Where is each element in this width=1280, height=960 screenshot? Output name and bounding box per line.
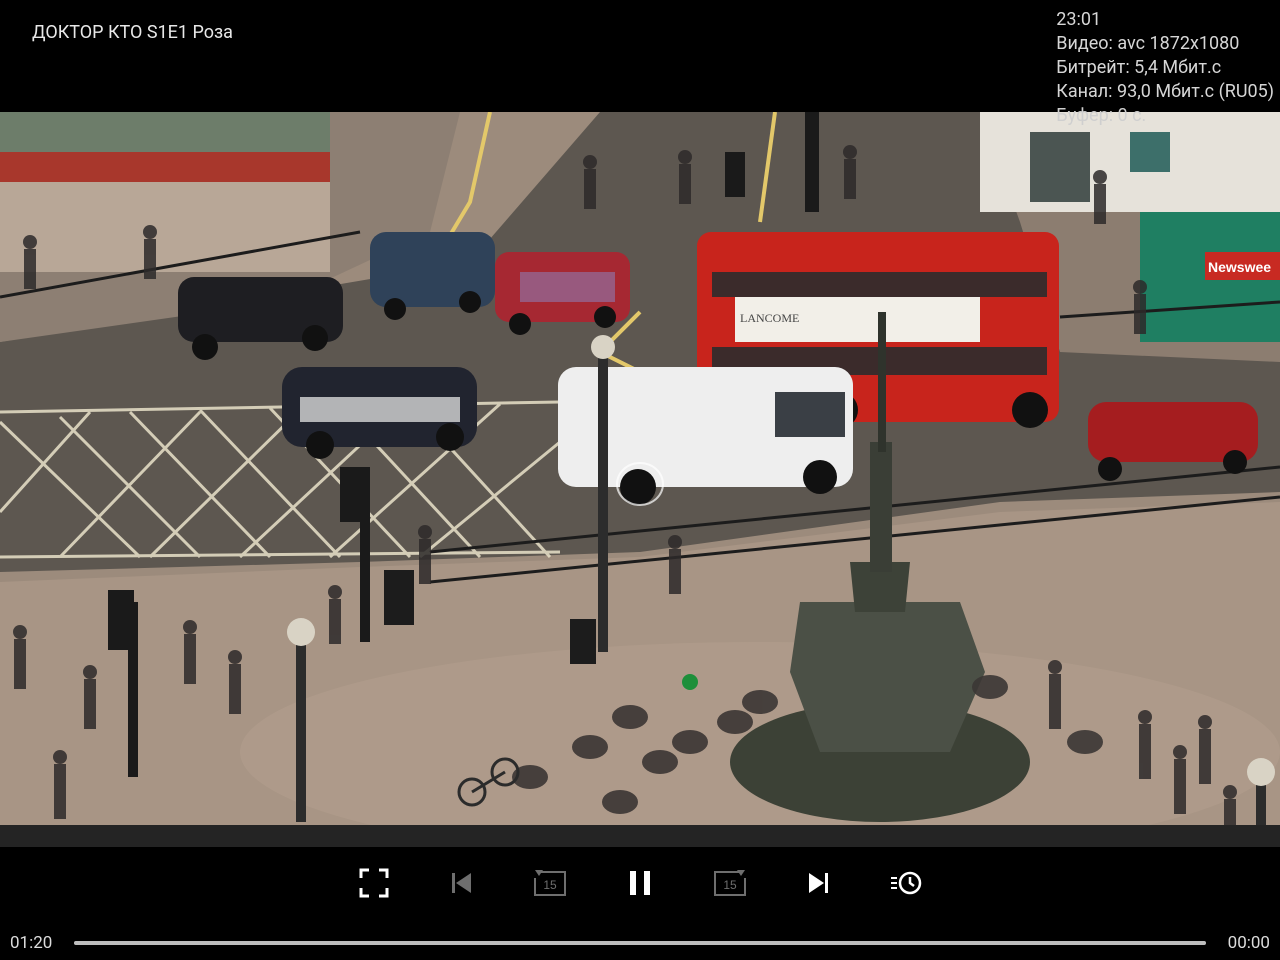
forward-15-button[interactable]: 15 [708, 863, 752, 903]
forward-value: 15 [723, 878, 737, 892]
video-player: ДОКТОР КТО S1E1 Роза 23:01 Видео: avc 18… [0, 0, 1280, 960]
history-list-icon [891, 871, 922, 895]
kiosk-sign-text: Newswee [1208, 259, 1271, 275]
bus-advert-text: LANCOME [740, 311, 799, 325]
video-bottom-bar [0, 825, 1280, 847]
pointer-cursor [616, 462, 664, 506]
replay-15-icon: 15 [534, 870, 566, 896]
progress-bar-fill [74, 941, 1206, 945]
control-bar: 15 15 01:20 00:00 [0, 847, 1280, 960]
elapsed-time: 01:20 [10, 933, 53, 953]
remaining-time: 00:00 [1227, 933, 1270, 953]
skip-next-icon [809, 873, 828, 893]
fullscreen-icon [359, 868, 389, 898]
clock: 23:01 [1056, 9, 1102, 30]
skip-previous-icon [452, 873, 471, 893]
video-info: Видео: avc 1872x1080 [1056, 33, 1240, 54]
rewind-15-button[interactable]: 15 [528, 863, 572, 903]
previous-button[interactable] [440, 863, 484, 903]
fullscreen-button[interactable] [352, 863, 396, 903]
stats-overlay: 23:01 Видео: avc 1872x1080 Битрейт: 5,4 … [1056, 8, 1274, 128]
bitrate-info: Битрейт: 5,4 Мбит.с [1056, 57, 1222, 78]
channel-info: Канал: 93,0 Мбит.с (RU05) [1056, 81, 1274, 102]
forward-15-icon: 15 [714, 870, 746, 896]
pause-icon [630, 871, 650, 895]
buffer-info: Буфер: 0 с. [1056, 105, 1147, 126]
progress-bar[interactable] [74, 941, 1206, 945]
video-title: ДОКТОР КТО S1E1 Роза [32, 22, 233, 43]
rewind-value: 15 [543, 878, 557, 892]
pause-button[interactable] [618, 863, 662, 903]
history-button[interactable] [884, 863, 928, 903]
next-button[interactable] [796, 863, 840, 903]
